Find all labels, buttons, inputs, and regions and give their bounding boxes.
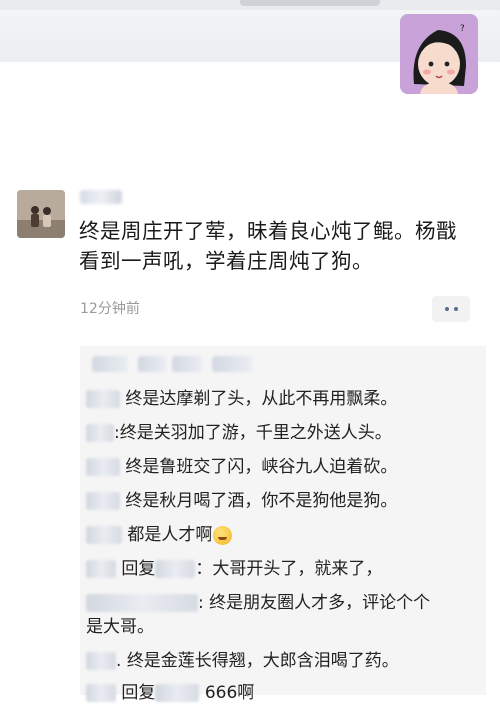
comment-text: 终是秋月喝了酒，你不是狗他是狗。	[125, 491, 398, 511]
comment-text: ：大哥开头了，就来了，	[195, 559, 383, 579]
comment-text: 终是朋友圈人才多，评论个个	[209, 593, 431, 613]
likes-row-blurred	[92, 356, 282, 372]
comment-row[interactable]: 终是秋月喝了酒，你不是狗他是狗。	[86, 488, 397, 514]
cover-shape	[240, 0, 380, 6]
comment-text: 终是金莲长得翘，大郎含泪喝了药。	[126, 651, 399, 671]
commenter-name-blurred[interactable]	[86, 560, 116, 578]
comment-separator: .	[116, 651, 122, 671]
sweat-smile-emoji-icon	[213, 525, 233, 545]
commenter-name-blurred[interactable]	[86, 684, 116, 702]
reply-label: 回复	[121, 683, 156, 703]
comment-text-continued: 是大哥。	[86, 617, 154, 637]
poster-name-blurred[interactable]	[80, 190, 122, 204]
comment-text: 终是关羽加了游，千里之外送人头。	[119, 423, 392, 443]
commenter-name-blurred[interactable]	[86, 652, 116, 670]
post-text-line-2: 看到一声吼，学着庄周炖了狗。	[79, 249, 373, 273]
reply-row[interactable]: 回复 666啊	[86, 680, 254, 706]
post-text-line-1: 终是周庄开了荤，昧着良心炖了鲲。杨戬	[79, 219, 457, 243]
comment-row[interactable]: 终是鲁班交了闪，峡谷九人迫着砍。	[86, 454, 397, 480]
comment-row[interactable]: 终是达摩剃了头，从此不再用飘柔。	[86, 386, 397, 412]
comment-separator: :	[198, 593, 204, 613]
reply-target-name-blurred[interactable]	[155, 560, 196, 578]
svg-text:?: ?	[460, 24, 465, 34]
commenter-name-blurred[interactable]	[86, 526, 122, 544]
poster-avatar[interactable]	[17, 190, 65, 238]
more-dots-icon	[442, 307, 460, 311]
more-options-button[interactable]	[432, 296, 470, 322]
commenter-name-blurred[interactable]	[86, 390, 120, 408]
commenter-name-blurred[interactable]	[86, 458, 120, 476]
comment-row[interactable]: :终是关羽加了游，千里之外送人头。	[86, 420, 392, 446]
reply-target-name-blurred[interactable]	[155, 684, 200, 702]
comment-text: 终是达摩剃了头，从此不再用飘柔。	[125, 389, 398, 409]
children-photo-icon	[17, 190, 65, 238]
commenter-name-blurred[interactable]	[86, 594, 198, 612]
comment-row[interactable]: 都是人才啊	[86, 522, 233, 548]
comment-text: 终是鲁班交了闪，峡谷九人迫着砍。	[125, 457, 398, 477]
comment-row[interactable]: : 终是朋友圈人才多，评论个个	[86, 590, 430, 616]
post-content: 终是周庄开了荤，昧着良心炖了鲲。杨戬 看到一声吼，学着庄周炖了狗。	[79, 216, 479, 276]
comment-text: 666啊	[204, 683, 255, 703]
commenter-name-blurred[interactable]	[86, 492, 120, 510]
comments-panel: 终是达摩剃了头，从此不再用飘柔。 :终是关羽加了游，千里之外送人头。 终是鲁班交…	[80, 346, 486, 703]
reply-row[interactable]: 回复 ：大哥开头了，就来了，	[86, 556, 382, 582]
comment-row-wrap: 是大哥。	[86, 614, 154, 640]
cartoon-girl-icon: ?	[400, 14, 478, 94]
post-time: 12分钟前	[80, 301, 140, 317]
reply-label: 回复	[121, 559, 156, 579]
comment-text: 都是人才啊	[127, 525, 213, 545]
profile-avatar[interactable]: ?	[400, 14, 478, 94]
comment-row[interactable]: . 终是金莲长得翘，大郎含泪喝了药。	[86, 648, 399, 674]
commenter-name-blurred[interactable]	[86, 424, 114, 442]
